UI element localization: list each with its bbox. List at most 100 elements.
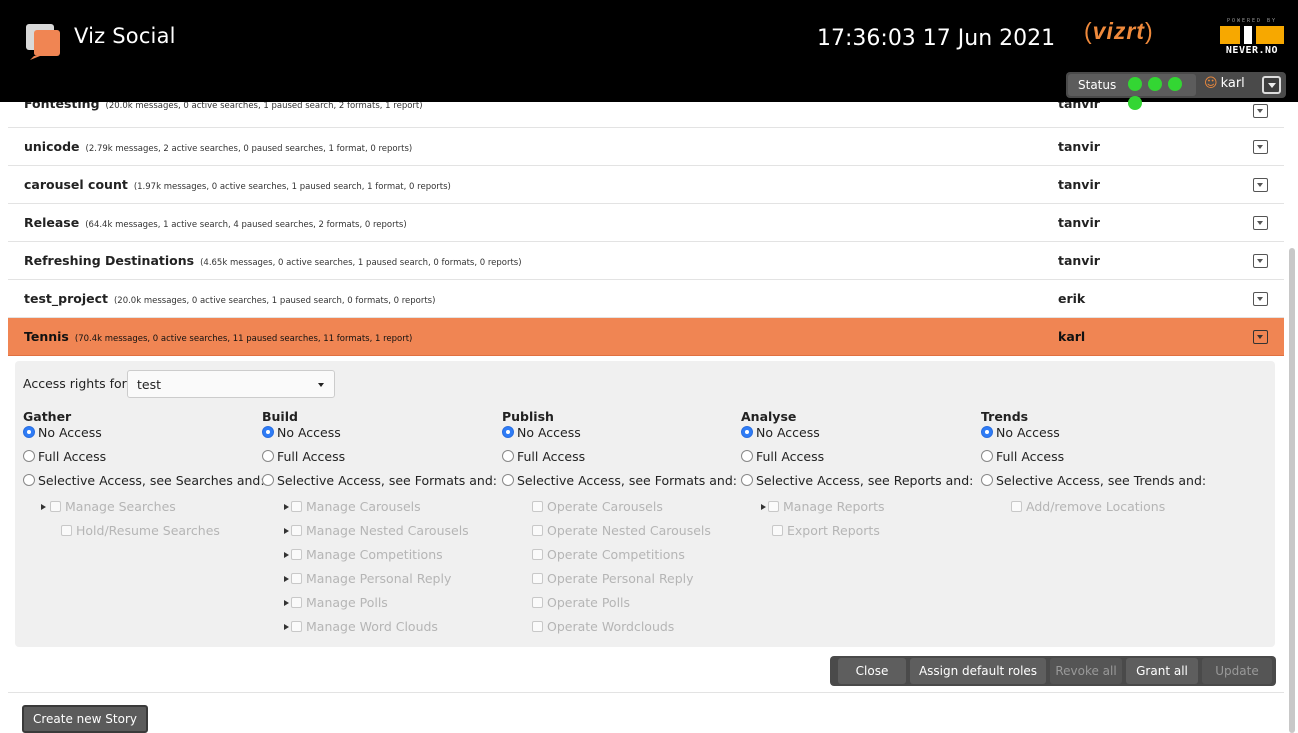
option-label: Selective Access, see Reports and: (756, 473, 974, 488)
vertical-scrollbar[interactable] (1289, 248, 1295, 733)
no-access-radio[interactable]: No Access (262, 425, 502, 449)
permission-label: Hold/Resume Searches (76, 523, 220, 538)
full-access-radio[interactable]: Full Access (23, 449, 263, 473)
never-no-text: NEVER.NO (1225, 45, 1279, 56)
assign-default-roles-button[interactable]: Assign default roles (910, 658, 1046, 684)
checkbox[interactable] (61, 525, 72, 536)
checkbox[interactable] (532, 525, 543, 536)
story-name-text: unicode (24, 139, 80, 154)
selective-access-radio[interactable]: Selective Access, see Formats and: (502, 473, 742, 497)
expand-triangle-icon[interactable] (284, 576, 289, 582)
option-label: No Access (756, 425, 820, 440)
radio-icon (502, 450, 514, 462)
role-select[interactable]: test (127, 370, 335, 398)
status-dot-icon (1168, 77, 1183, 91)
checkbox[interactable] (532, 501, 543, 512)
create-new-story-button[interactable]: Create new Story (22, 705, 148, 733)
story-row[interactable]: Release (64.4k messages, 1 active search,… (8, 204, 1284, 242)
story-row[interactable]: Fontesting (20.0k messages, 0 active sear… (8, 102, 1284, 128)
story-name-text: carousel count (24, 177, 128, 192)
column-title: Gather (23, 409, 72, 424)
story-row-selected[interactable]: Tennis (70.4k messages, 0 active searches… (8, 318, 1284, 356)
user-menu-dropdown-icon[interactable] (1262, 76, 1281, 94)
full-access-radio[interactable]: Full Access (262, 449, 502, 473)
update-button[interactable]: Update (1202, 658, 1272, 684)
expand-dropdown-icon[interactable] (1253, 178, 1268, 192)
story-owner: tanvir (1058, 139, 1100, 154)
gather-column: Gather No Access Full Access Selective A… (23, 409, 265, 545)
checkbox[interactable] (291, 621, 302, 632)
checkbox[interactable] (532, 597, 543, 608)
checkbox[interactable] (768, 501, 779, 512)
story-meta: (70.4k messages, 0 active searches, 11 p… (74, 334, 413, 344)
story-row[interactable]: carousel count (1.97k messages, 0 active … (8, 166, 1284, 204)
expand-triangle-icon[interactable] (284, 600, 289, 606)
story-owner: tanvir (1058, 177, 1100, 192)
checkbox[interactable] (532, 549, 543, 560)
permission-label: Manage Word Clouds (306, 619, 438, 634)
no-access-radio[interactable]: No Access (981, 425, 1221, 449)
no-access-radio[interactable]: No Access (23, 425, 263, 449)
checkbox[interactable] (772, 525, 783, 536)
option-label: Full Access (517, 449, 586, 464)
story-name: unicode (2.79k messages, 2 active searche… (24, 139, 412, 154)
trends-column: Trends No Access Full Access Selective A… (981, 409, 1221, 521)
user-icon: ☺ (1204, 76, 1218, 91)
expand-dropdown-icon[interactable] (1253, 140, 1268, 154)
option-label: Full Access (996, 449, 1065, 464)
checkbox[interactable] (291, 501, 302, 512)
radio-selected-icon (23, 426, 35, 438)
option-label: Full Access (277, 449, 346, 464)
story-owner: tanvir (1058, 253, 1100, 268)
checkbox[interactable] (50, 501, 61, 512)
expand-triangle-icon[interactable] (284, 504, 289, 510)
permission-item: Manage Reports (741, 497, 981, 521)
option-label: Full Access (756, 449, 825, 464)
story-row[interactable]: unicode (2.79k messages, 2 active searche… (8, 128, 1284, 166)
story-name-text: Release (24, 215, 80, 230)
checkbox[interactable] (532, 573, 543, 584)
permission-item: Export Reports (741, 521, 981, 545)
expand-triangle-icon[interactable] (284, 552, 289, 558)
no-access-radio[interactable]: No Access (502, 425, 742, 449)
story-row[interactable]: Refreshing Destinations (4.65k messages, … (8, 242, 1284, 280)
checkbox[interactable] (291, 525, 302, 536)
story-row[interactable]: test_project (20.0k messages, 0 active se… (8, 280, 1284, 318)
story-name: Refreshing Destinations (4.65k messages, … (24, 253, 522, 268)
expand-triangle-icon[interactable] (284, 528, 289, 534)
story-name: test_project (20.0k messages, 0 active se… (24, 291, 435, 306)
checkbox[interactable] (532, 621, 543, 632)
selective-access-radio[interactable]: Selective Access, see Formats and: (262, 473, 502, 497)
checkbox[interactable] (291, 597, 302, 608)
expand-dropdown-icon[interactable] (1253, 292, 1268, 306)
selective-access-radio[interactable]: Selective Access, see Reports and: (741, 473, 981, 497)
divider (8, 692, 1284, 693)
full-access-radio[interactable]: Full Access (741, 449, 981, 473)
checkbox[interactable] (1011, 501, 1022, 512)
close-button[interactable]: Close (838, 658, 906, 684)
role-select-value: test (137, 377, 162, 392)
expand-dropdown-icon[interactable] (1253, 216, 1268, 230)
expand-triangle-icon[interactable] (761, 504, 766, 510)
full-access-radio[interactable]: Full Access (502, 449, 742, 473)
revoke-all-button[interactable]: Revoke all (1050, 658, 1122, 684)
expand-dropdown-icon[interactable] (1253, 104, 1268, 118)
user-account[interactable]: ☺ karl (1204, 76, 1245, 91)
expand-dropdown-icon[interactable] (1253, 254, 1268, 268)
selective-access-radio[interactable]: Selective Access, see Trends and: (981, 473, 1221, 497)
status-bar: Status ☺ karl (1066, 72, 1286, 110)
checkbox[interactable] (291, 549, 302, 560)
expand-dropdown-icon[interactable] (1253, 330, 1268, 344)
expand-triangle-icon[interactable] (284, 624, 289, 630)
build-column: Build No Access Full Access Selective Ac… (262, 409, 502, 641)
status-indicator[interactable]: Status (1068, 74, 1196, 110)
expand-triangle-icon[interactable] (41, 504, 46, 510)
option-label: Selective Access, see Searches and: (38, 473, 265, 488)
column-title: Trends (981, 409, 1029, 424)
permission-item: Operate Carousels (502, 497, 742, 521)
selective-access-radio[interactable]: Selective Access, see Searches and: (23, 473, 265, 497)
full-access-radio[interactable]: Full Access (981, 449, 1221, 473)
grant-all-button[interactable]: Grant all (1126, 658, 1198, 684)
checkbox[interactable] (291, 573, 302, 584)
no-access-radio[interactable]: No Access (741, 425, 981, 449)
